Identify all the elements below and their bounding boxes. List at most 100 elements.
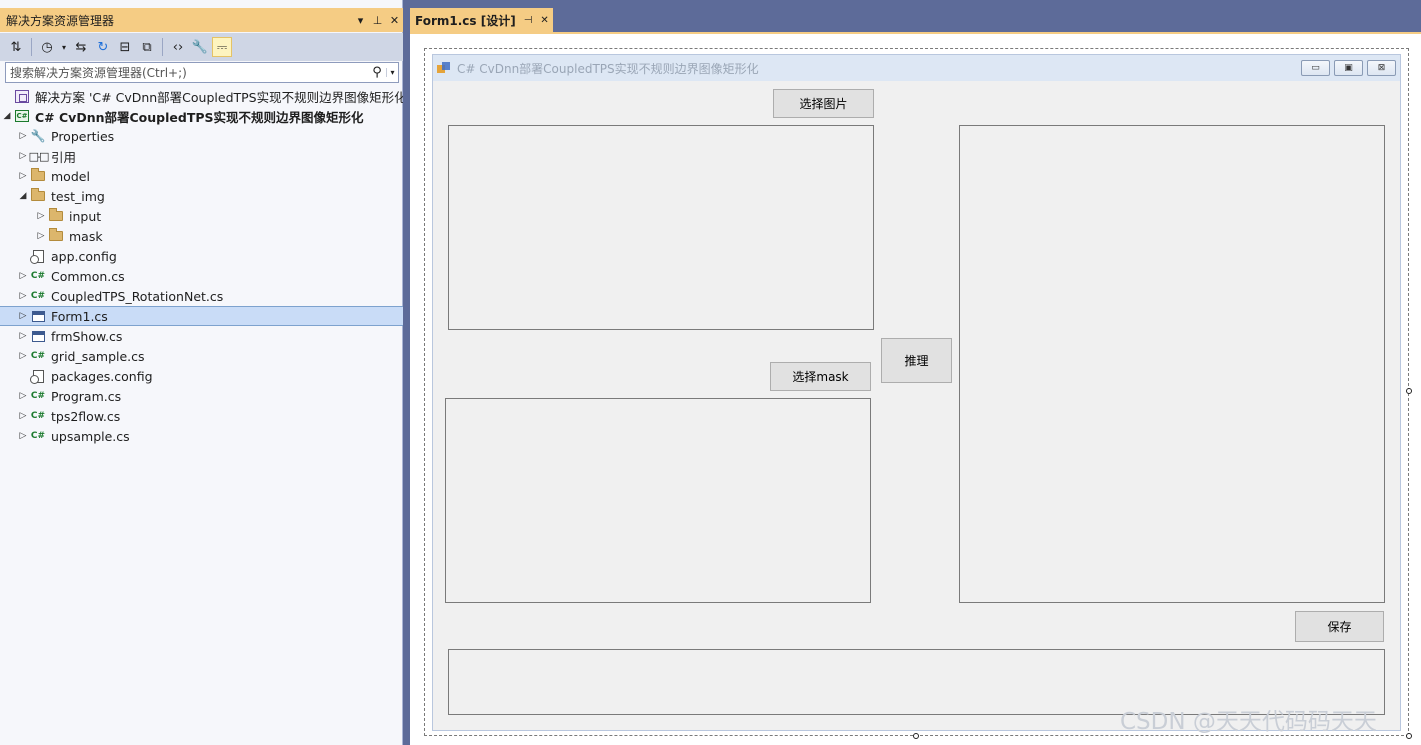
tree-node-label: model [51,168,90,184]
tab-label: Form1.cs [设计] [415,13,516,28]
tree-node[interactable]: 解决方案 'C# CvDnn部署CoupledTPS实现不规则边界图像矩形化' … [0,86,403,106]
form-title: C# CvDnn部署CoupledTPS实现不规则边界图像矩形化 [457,61,759,76]
expand-arrow-icon[interactable]: ▷ [16,331,30,341]
csharp-file-icon: C# [30,391,46,401]
expand-arrow-icon[interactable]: ▷ [16,271,30,281]
tree-node[interactable]: app.config [0,246,403,266]
tree-node[interactable]: ▷ input [0,206,403,226]
form-caption-bar: C# CvDnn部署CoupledTPS实现不规则边界图像矩形化 ▭ ▣ ⊠ [433,55,1400,81]
tree-node[interactable]: ▷ 🔧 Properties [0,126,403,146]
history-icon[interactable]: ◷ [37,37,57,57]
tree-node-label: Common.cs [51,268,125,284]
expand-arrow-icon[interactable]: ▷ [16,351,30,361]
tree-node[interactable]: ▷ Form1.cs [0,306,403,326]
tree-node-label: test_img [51,188,105,204]
tree-node-label: app.config [51,248,117,264]
solution-icon [14,89,30,103]
csharp-file-icon: C# [30,431,46,441]
expand-arrow-icon[interactable]: ▷ [34,211,48,221]
infer-button[interactable]: 推理 [881,338,952,383]
tree-node-label: Form1.cs [51,308,108,324]
tree-node-label: 引用 [51,149,77,165]
select-mask-button[interactable]: 选择mask [770,362,871,391]
expand-arrow-icon[interactable]: ▷ [16,291,30,301]
collapse-arrow-icon[interactable]: ◢ [0,111,14,121]
collapse-all-icon[interactable]: ⊟ [115,37,135,57]
form-file-icon [30,329,46,343]
form-app-icon [437,62,451,74]
tree-node[interactable]: ▷ mask [0,226,403,246]
dropdown-icon[interactable]: ▾ [59,37,69,57]
winform-window[interactable]: C# CvDnn部署CoupledTPS实现不规则边界图像矩形化 ▭ ▣ ⊠ 选… [432,54,1401,731]
tree-node[interactable]: ▷ C# grid_sample.cs [0,346,403,366]
solution-explorer-title: 解决方案资源管理器 [6,13,115,28]
toolbar-separator [162,38,163,56]
solution-search-input[interactable] [6,64,368,81]
preview-selected-icon[interactable]: ⎓ [212,37,232,57]
expand-arrow-icon[interactable]: ▷ [16,311,30,321]
auto-hide-pin-icon[interactable]: ⊥ [369,14,386,27]
tree-node[interactable]: ▷ C# CoupledTPS_RotationNet.cs [0,286,403,306]
folder-icon [30,188,46,203]
expand-arrow-icon[interactable]: ▷ [16,411,30,421]
sync-icon[interactable]: ⇆ [71,37,91,57]
expand-arrow-icon[interactable]: ▷ [16,171,30,181]
pin-tab-icon[interactable]: ⊣ [524,15,533,26]
folder-icon [48,228,64,243]
resize-handle-bottom[interactable] [913,733,919,739]
solution-explorer-toolbar: ⇅ ◷ ▾ ⇆ ↻ ⊟ ⧉ ‹› 🔧 ⎓ [0,33,403,61]
tree-node-label: frmShow.cs [51,328,123,344]
search-icon[interactable]: ⚲ [368,65,386,80]
properties-icon[interactable]: 🔧 [190,37,210,57]
resize-handle-right[interactable] [1406,388,1412,394]
csharp-file-icon: C# [30,411,46,421]
close-icon[interactable]: ⊠ [1367,60,1396,76]
search-options-dropdown-icon[interactable]: ▾ [386,68,398,77]
expand-arrow-icon[interactable]: ▷ [16,131,30,141]
expand-arrow-icon[interactable]: ▷ [16,391,30,401]
tree-node-label: 解决方案 'C# CvDnn部署CoupledTPS实现不规则边界图像矩形化' … [35,89,403,105]
tree-node-label: tps2flow.cs [51,408,121,424]
resize-handle-corner[interactable] [1406,733,1412,739]
tree-node[interactable]: packages.config [0,366,403,386]
solution-tree: 解决方案 'C# CvDnn部署CoupledTPS实现不规则边界图像矩形化' … [0,86,403,446]
form-file-icon [30,309,46,323]
tree-node[interactable]: ▷ C# upsample.cs [0,426,403,446]
collapse-arrow-icon[interactable]: ◢ [16,191,30,201]
expand-arrow-icon[interactable]: ▷ [16,431,30,441]
tree-node[interactable]: ▷ C# Program.cs [0,386,403,406]
tree-node[interactable]: ◢ test_img [0,186,403,206]
tree-node-label: C# CvDnn部署CoupledTPS实现不规则边界图像矩形化 [35,109,364,125]
result-image-picturebox[interactable] [959,125,1385,603]
tree-node[interactable]: ▷ model [0,166,403,186]
input-image-picturebox[interactable] [448,125,874,330]
minimize-icon[interactable]: ▭ [1301,60,1330,76]
document-tab-strip: Form1.cs [设计] ⊣ ✕ [410,8,1421,32]
switch-views-icon[interactable]: ⇅ [6,37,26,57]
csharp-file-icon: C# [30,351,46,361]
expand-arrow-icon[interactable]: ▷ [34,231,48,241]
view-code-icon[interactable]: ‹› [168,37,188,57]
show-all-files-icon[interactable]: ⧉ [137,37,157,57]
window-position-dropdown-icon[interactable]: ▾ [352,14,369,27]
tree-node-label: packages.config [51,368,153,384]
tree-node-label: Properties [51,128,115,144]
references-icon: □-□ [28,149,50,163]
save-button[interactable]: 保存 [1295,611,1384,642]
tree-node[interactable]: ▷ C# tps2flow.cs [0,406,403,426]
tab-form1-designer[interactable]: Form1.cs [设计] ⊣ ✕ [410,8,553,32]
close-panel-icon[interactable]: ✕ [386,14,403,27]
folder-icon [48,208,64,223]
wrench-icon: 🔧 [30,129,46,143]
select-image-button[interactable]: 选择图片 [773,89,874,118]
tree-node[interactable]: ▷ frmShow.cs [0,326,403,346]
refresh-icon[interactable]: ↻ [93,37,113,57]
tree-node[interactable]: ▷ C# Common.cs [0,266,403,286]
tree-node[interactable]: ▷ □-□ 引用 [0,146,403,166]
close-tab-icon[interactable]: ✕ [540,15,548,26]
tree-node[interactable]: ◢ C# C# CvDnn部署CoupledTPS实现不规则边界图像矩形化 [0,106,403,126]
maximize-icon[interactable]: ▣ [1334,60,1363,76]
tree-node-label: mask [69,228,103,244]
mask-image-picturebox[interactable] [445,398,871,603]
csharp-project-icon: C# [15,110,29,122]
